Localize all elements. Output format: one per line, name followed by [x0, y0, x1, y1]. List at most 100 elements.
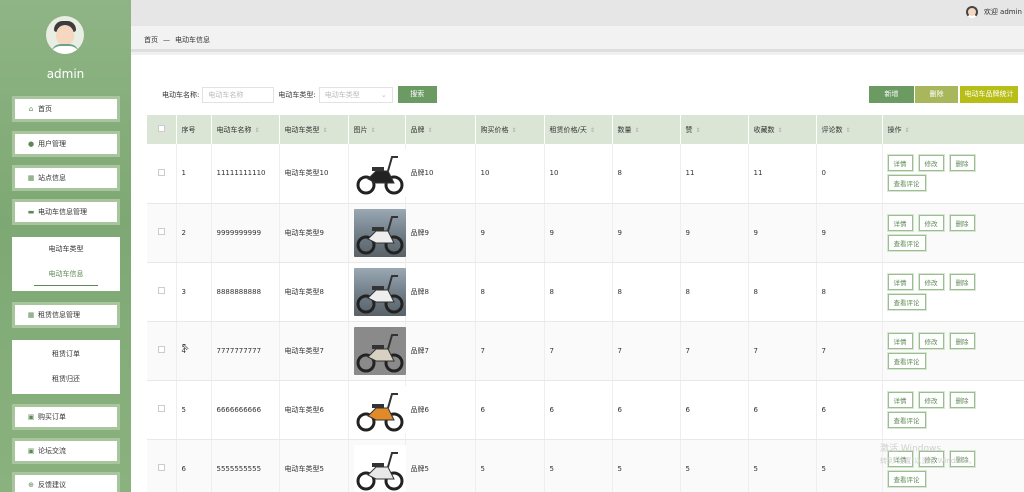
column-header[interactable]: 收藏数 ⇕: [748, 115, 817, 144]
sidebar-item-home[interactable]: ⌂ 首页: [12, 96, 120, 122]
row-checkbox[interactable]: [147, 144, 177, 204]
submenu-item-rental-orders[interactable]: 租赁订单: [12, 342, 120, 367]
view-comments-button[interactable]: 查看评论: [887, 234, 926, 251]
avatar[interactable]: [46, 16, 84, 54]
ebike-image[interactable]: [353, 326, 406, 375]
user-welcome[interactable]: 欢迎 admin: [965, 6, 1022, 18]
view-comments-button[interactable]: 查看评论: [887, 352, 926, 369]
ebike-image[interactable]: [353, 267, 406, 316]
breadcrumb-home[interactable]: 首页: [144, 36, 158, 44]
view-comments-button[interactable]: 查看评论: [887, 411, 926, 428]
cell-rent: 8: [544, 262, 613, 322]
submenu-ebike: 电动车类型 电动车信息: [12, 237, 120, 291]
sidebar-item-forum[interactable]: ▣ 论坛交流: [12, 438, 120, 464]
cell-price: 9: [475, 203, 545, 263]
sort-icon: ⇕: [589, 126, 595, 134]
cell-fav: 11: [748, 144, 817, 204]
row-checkbox[interactable]: [147, 439, 177, 492]
cell-no: 5: [176, 380, 212, 440]
column-header[interactable]: 操作 ⇕: [882, 115, 1024, 144]
cell-fav: 6: [748, 380, 817, 440]
welcome-text: 欢迎 admin: [983, 8, 1022, 16]
sidebar: admin ⌂ 首页 ● 用户管理 ▦ 站点信息 ▬ 电动车信息管理 电动车类型…: [0, 0, 131, 492]
breadcrumb-bar: 首页 — 电动车信息: [131, 26, 1024, 52]
view-comments-button[interactable]: 查看评论: [887, 470, 926, 487]
row-delete-button[interactable]: 删除: [949, 214, 975, 231]
cell-name: 9999999999: [211, 203, 280, 263]
sort-icon: ⇕: [370, 126, 376, 134]
cell-qty: 8: [612, 262, 681, 322]
top-bar: 欢迎 admin: [131, 0, 1024, 26]
cell-comment: 8: [816, 262, 883, 322]
edit-button[interactable]: 修改: [918, 214, 944, 231]
ebike-image[interactable]: [353, 385, 406, 434]
ebike-image[interactable]: [353, 149, 406, 198]
detail-button[interactable]: 详情: [887, 214, 913, 231]
cell-like: 8: [680, 262, 749, 322]
edit-button[interactable]: 修改: [918, 273, 944, 290]
column-header[interactable]: 购买价格 ⇕: [475, 115, 545, 144]
search-button[interactable]: 搜索: [397, 86, 437, 103]
table-row: 3 8888888888 电动车类型8 品牌8 8 8 8 8 8 8 详情 修改 删除 查看评论: [147, 262, 1024, 322]
edit-button[interactable]: 修改: [918, 155, 944, 172]
cell-rent: 9: [544, 203, 613, 263]
row-delete-button[interactable]: 删除: [949, 155, 975, 172]
ebike-type-select[interactable]: 电动车类型 ⌄: [318, 86, 393, 103]
row-delete-button[interactable]: 删除: [949, 332, 975, 349]
column-header[interactable]: 数量 ⇕: [612, 115, 681, 144]
watermark-line: 激活 Windows: [880, 444, 942, 454]
submenu-item-rental-return[interactable]: 租赁归还: [12, 367, 120, 392]
column-header[interactable]: 电动车类型 ⇕: [279, 115, 349, 144]
actions-cell: 详情 修改 删除查看评论: [882, 380, 1024, 440]
cell-no: 1: [176, 144, 212, 204]
cell-brand: 品牌10: [405, 144, 476, 204]
row-delete-button[interactable]: 删除: [949, 273, 975, 290]
actions-cell: 详情 修改 删除查看评论: [882, 262, 1024, 322]
detail-button[interactable]: 详情: [887, 391, 913, 408]
detail-button[interactable]: 详情: [887, 332, 913, 349]
cell-comment: 0: [816, 144, 883, 204]
submenu-item-ebike-info[interactable]: 电动车信息: [12, 262, 120, 287]
column-header[interactable]: 评论数 ⇕: [816, 115, 883, 144]
sidebar-item-label: 电动车信息管理: [38, 208, 87, 216]
ebike-name-input[interactable]: 电动车名称: [202, 86, 275, 103]
view-comments-button[interactable]: 查看评论: [887, 175, 926, 192]
edit-button[interactable]: 修改: [918, 391, 944, 408]
submenu-item-ebike-type[interactable]: 电动车类型: [12, 237, 120, 262]
cell-comment: 9: [816, 203, 883, 263]
detail-button[interactable]: 详情: [887, 273, 913, 290]
type-label: 电动车类型:: [278, 90, 316, 99]
row-checkbox[interactable]: [147, 203, 177, 263]
column-header[interactable]: 品牌 ⇕: [405, 115, 476, 144]
column-header[interactable]: 赞 ⇕: [680, 115, 749, 144]
sidebar-item-purchase-orders[interactable]: ▣ 购买订单: [12, 404, 120, 430]
image-cell: [348, 321, 406, 381]
sidebar-item-feedback[interactable]: ⊕ 反馈建议: [12, 472, 120, 492]
sidebar-item-users[interactable]: ● 用户管理: [12, 131, 120, 157]
edit-button[interactable]: 修改: [918, 332, 944, 349]
delete-button[interactable]: 删除: [915, 86, 958, 103]
row-delete-button[interactable]: 删除: [949, 391, 975, 408]
ebike-image[interactable]: [353, 208, 406, 257]
brand-stats-button[interactable]: 电动车品牌统计: [960, 86, 1018, 103]
view-comments-button[interactable]: 查看评论: [887, 293, 926, 310]
image-cell: [348, 262, 406, 322]
row-checkbox[interactable]: [147, 321, 177, 381]
select-all-checkbox[interactable]: [147, 115, 177, 144]
row-checkbox[interactable]: [147, 262, 177, 322]
add-button[interactable]: 新增: [869, 86, 914, 103]
sidebar-item-ebike-management[interactable]: ▬ 电动车信息管理: [12, 199, 120, 225]
watermark-line: 转到"设置"以激活 Windows。: [880, 457, 976, 465]
detail-button[interactable]: 详情: [887, 155, 913, 172]
cell-name: 6666666666: [211, 380, 280, 440]
windows-watermark: 激活 Windows 转到"设置"以激活 Windows。: [880, 443, 976, 467]
column-header[interactable]: 电动车名称 ⇕: [211, 115, 280, 144]
column-header[interactable]: 图片 ⇕: [348, 115, 406, 144]
row-checkbox[interactable]: [147, 380, 177, 440]
cell-qty: 5: [612, 439, 681, 492]
sidebar-item-rental-management[interactable]: ▦ 租赁信息管理: [12, 302, 120, 328]
actions-cell: 详情 修改 删除查看评论: [882, 203, 1024, 263]
sidebar-item-sites[interactable]: ▦ 站点信息: [12, 165, 120, 191]
column-header[interactable]: 租赁价格/天 ⇕: [544, 115, 613, 144]
ebike-image[interactable]: [353, 444, 406, 492]
